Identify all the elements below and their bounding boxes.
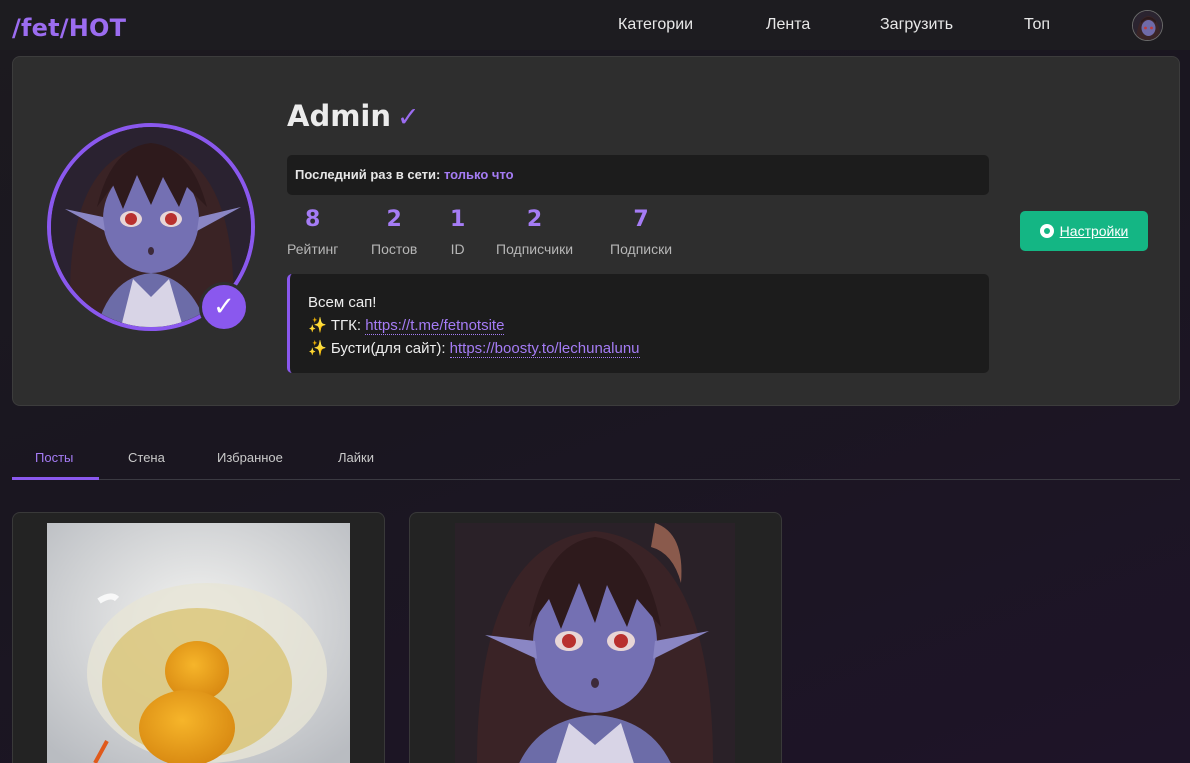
top-navbar: /fet/HOT Категории Лента Загрузить Топ [0,0,1190,50]
post-image [47,523,350,763]
bio-tg-label: ✨ ТГК: [308,317,366,334]
boosty-link[interactable]: https://boosty.to/lechunalunu [449,340,640,358]
bio-line: ✨ ТГК: https://t.me/fetnotsite [308,314,971,337]
stat-label: Постов [371,241,418,257]
bio-line: Всем сап! [308,294,377,311]
stat-following[interactable]: 7 Подписки [610,207,672,257]
stat-value: 2 [526,207,543,232]
profile-username: Admin [287,99,392,133]
settings-label: Настройки [1059,223,1129,239]
post-thumbnail[interactable] [455,523,735,763]
stat-value: 1 [450,207,466,232]
tab-favorites[interactable]: Избранное [217,450,283,465]
stat-label: Рейтинг [287,241,339,257]
stat-label: ID [450,241,465,257]
username-row: Admin ✓ [287,99,420,133]
verified-badge: ✓ [199,282,249,332]
active-tab-indicator [12,477,99,480]
stat-value: 7 [633,207,649,232]
last-seen-value: только что [443,167,514,182]
user-avatar[interactable] [1132,10,1163,41]
stat-posts: 2 Постов [371,207,417,257]
stat-label: Подписки [610,241,673,257]
nav-categories[interactable]: Категории [618,16,693,34]
tab-posts[interactable]: Посты [35,450,73,465]
post-image [455,523,735,763]
stat-followers[interactable]: 2 Подписчики [496,207,573,257]
check-icon: ✓ [397,102,420,133]
gear-icon [1039,224,1054,238]
post-card[interactable] [12,512,385,763]
stat-id: 1 ID [450,207,465,257]
check-icon: ✓ [213,292,235,322]
bio-boosty-label: ✨ Бусти(для сайт): [308,340,450,357]
avatar-image [1133,11,1162,40]
profile-tabs: Посты Стена Избранное Лайки [12,440,1180,480]
bio-line: ✨ Бусти(для сайт): https://boosty.to/lec… [308,337,971,360]
nav-upload[interactable]: Загрузить [880,16,953,34]
last-seen-label: Последний раз в сети: [295,167,441,182]
profile-bio: Всем сап! ✨ ТГК: https://t.me/fetnotsite… [287,274,989,373]
tab-wall[interactable]: Стена [128,450,165,465]
telegram-link[interactable]: https://t.me/fetnotsite [365,317,505,335]
stat-label: Подписчики [496,241,574,257]
stat-rating: 8 Рейтинг [287,207,338,257]
nav-feed[interactable]: Лента [766,16,810,34]
settings-button[interactable]: Настройки [1020,211,1148,251]
tab-likes[interactable]: Лайки [338,450,374,465]
post-card[interactable] [409,512,782,763]
last-seen-box: Последний раз в сети: только что [287,155,989,195]
site-logo[interactable]: /fet/HOT [12,14,126,42]
stat-value: 8 [305,207,321,232]
profile-card: ✓ Admin ✓ Последний раз в сети: только ч… [12,56,1180,406]
post-thumbnail[interactable] [47,523,350,763]
stat-value: 2 [386,207,402,232]
nav-top[interactable]: Топ [1024,16,1050,34]
